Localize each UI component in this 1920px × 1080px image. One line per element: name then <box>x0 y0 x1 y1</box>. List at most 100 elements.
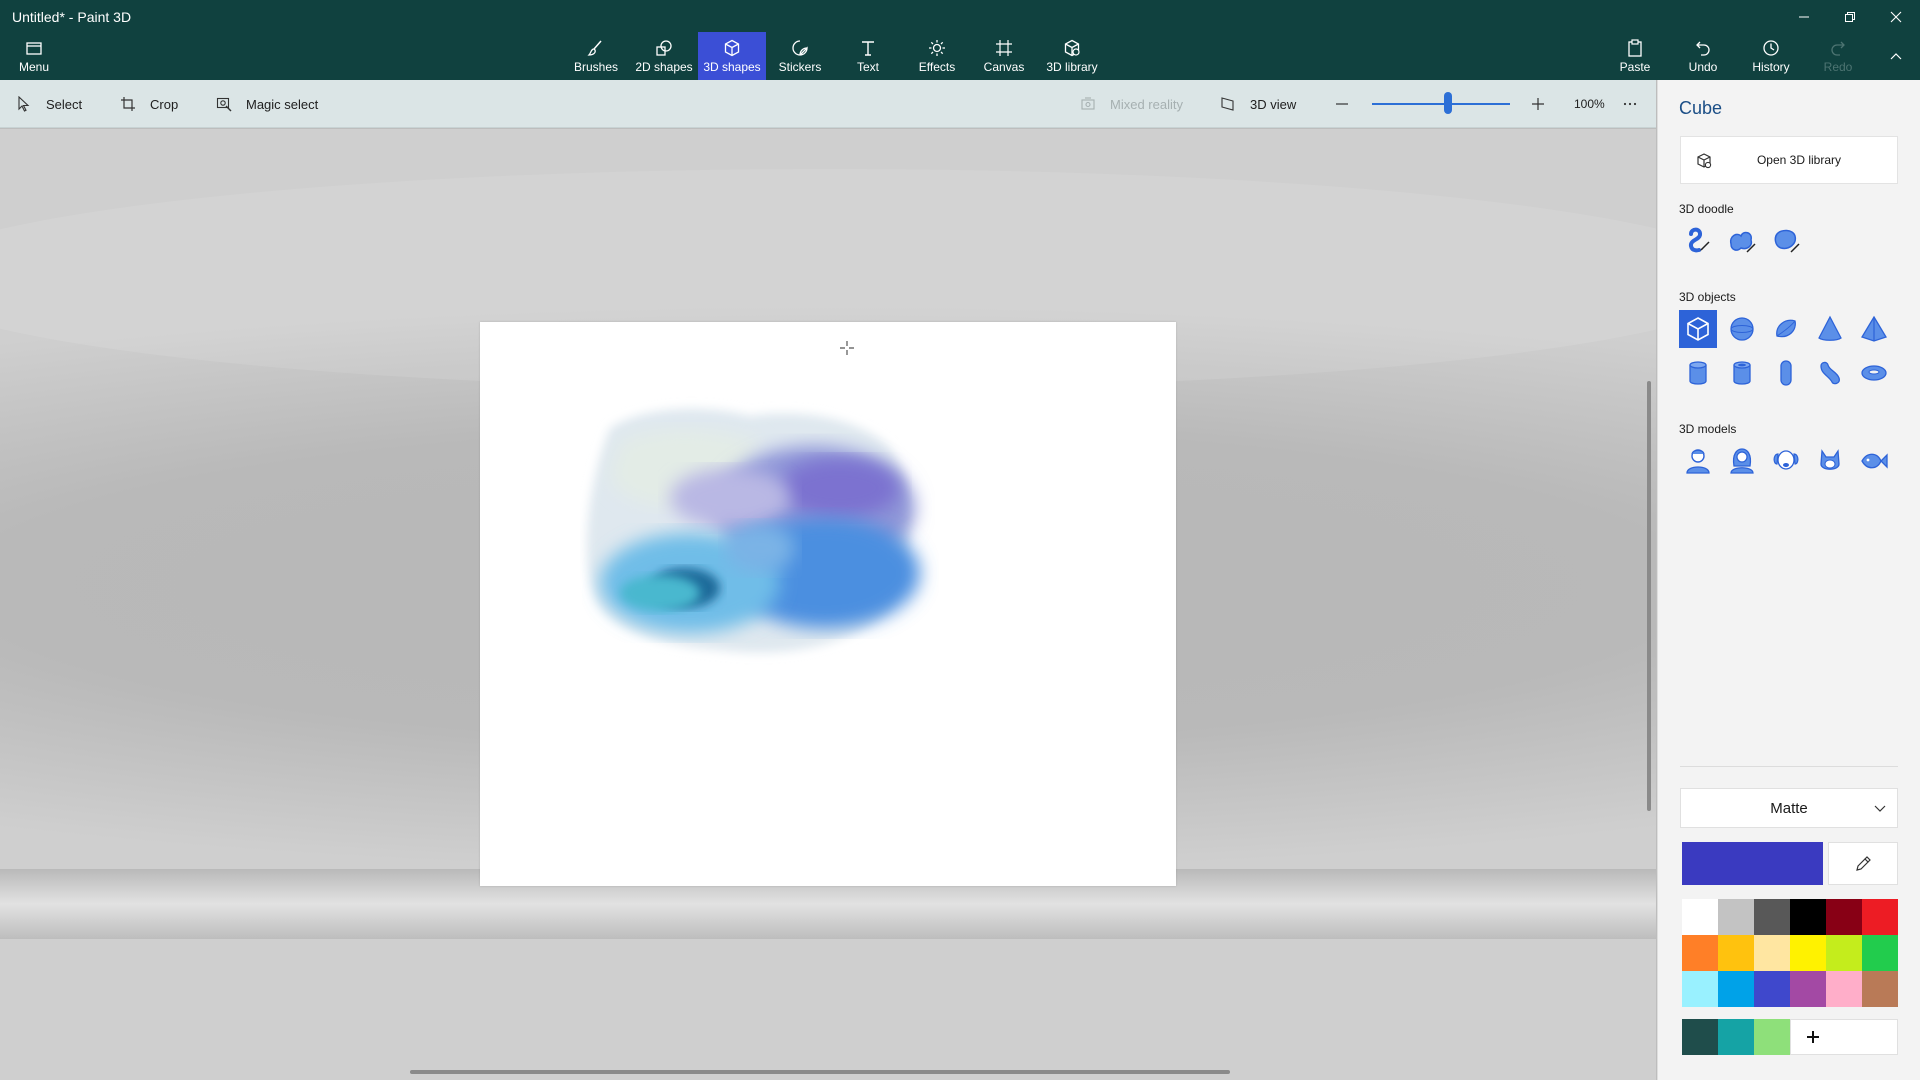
cat-model-button[interactable] <box>1811 442 1849 480</box>
brush-icon <box>587 40 602 56</box>
sphere-button[interactable] <box>1723 310 1761 348</box>
restore-icon <box>1845 12 1855 22</box>
close-icon <box>1890 11 1902 23</box>
tube-icon <box>1733 361 1751 385</box>
open-3d-library-button[interactable]: Open 3D library <box>1680 136 1898 184</box>
zoom-slider-track[interactable] <box>1372 103 1510 105</box>
current-color-swatch[interactable] <box>1682 842 1823 885</box>
color-swatch[interactable] <box>1826 971 1862 1007</box>
color-swatch[interactable] <box>1682 935 1718 971</box>
color-swatch[interactable] <box>1754 935 1790 971</box>
crop-label: Crop <box>150 96 179 112</box>
title-bar: Untitled* - Paint 3D Menu Brushes 2D sha… <box>0 0 1920 80</box>
material-dropdown[interactable]: Matte <box>1680 788 1898 828</box>
zoom-out-button[interactable] <box>1334 80 1350 128</box>
crop-tool[interactable]: Crop <box>120 80 178 128</box>
color-swatch[interactable] <box>1718 971 1754 1007</box>
color-swatch[interactable] <box>1682 899 1718 935</box>
zoom-in-button[interactable] <box>1530 80 1546 128</box>
color-swatch[interactable] <box>1862 899 1898 935</box>
color-swatch[interactable] <box>1790 971 1826 1007</box>
sphere-icon <box>1730 317 1754 341</box>
curved-cylinder-icon <box>1820 361 1840 385</box>
more-options-button[interactable] <box>1622 80 1638 128</box>
cylinder-button[interactable] <box>1679 354 1717 392</box>
3d-shapes-icon <box>724 39 740 57</box>
watercolor-image[interactable] <box>580 388 980 668</box>
tab-effects[interactable]: Effects <box>914 32 960 80</box>
select-tool[interactable]: Select <box>16 80 82 128</box>
tube-doodle-button[interactable] <box>1767 222 1805 260</box>
cone-button[interactable] <box>1811 310 1849 348</box>
fish-model-button[interactable] <box>1855 442 1893 480</box>
custom-color-swatch[interactable] <box>1682 1019 1718 1055</box>
tab-2d-shapes-label: 2D shapes <box>635 60 693 74</box>
canvas-workspace[interactable] <box>0 129 1656 1080</box>
eyedropper-button[interactable] <box>1828 842 1898 885</box>
minimize-button[interactable] <box>1781 4 1827 30</box>
eyedropper-icon <box>1856 855 1871 871</box>
color-swatch[interactable] <box>1718 935 1754 971</box>
color-swatch[interactable] <box>1754 971 1790 1007</box>
tube-button[interactable] <box>1723 354 1761 392</box>
color-swatch[interactable] <box>1682 971 1718 1007</box>
soft-edge-doodle-button[interactable] <box>1723 222 1761 260</box>
color-swatch[interactable] <box>1862 971 1898 1007</box>
undo-button[interactable]: Undo <box>1686 32 1720 80</box>
tab-canvas[interactable]: Canvas <box>982 32 1026 80</box>
tab-canvas-label: Canvas <box>983 60 1025 74</box>
3d-view-toggle[interactable]: 3D view <box>1220 80 1296 128</box>
color-swatch[interactable] <box>1754 899 1790 935</box>
dog-model-button[interactable] <box>1767 442 1805 480</box>
curved-cylinder-button[interactable] <box>1811 354 1849 392</box>
3d-models-title: 3D models <box>1679 422 1737 436</box>
paste-label: Paste <box>1619 60 1651 74</box>
redo-button[interactable]: Redo <box>1821 32 1855 80</box>
capsule-button[interactable] <box>1767 354 1805 392</box>
drawing-canvas[interactable] <box>480 322 1176 886</box>
tab-2d-shapes[interactable]: 2D shapes <box>634 32 694 80</box>
fish-model-icon <box>1861 453 1888 469</box>
sharp-edge-doodle-button[interactable] <box>1679 222 1717 260</box>
color-swatch[interactable] <box>1790 935 1826 971</box>
tab-3d-library[interactable]: 3D library <box>1044 32 1100 80</box>
tab-3d-shapes[interactable]: 3D shapes <box>698 32 766 80</box>
tab-text[interactable]: Text <box>848 32 888 80</box>
woman-model-button[interactable] <box>1723 442 1761 480</box>
custom-color-swatch[interactable] <box>1718 1019 1754 1055</box>
horizontal-scrollbar[interactable] <box>410 1070 1230 1074</box>
magic-select-label: Magic select <box>246 96 319 112</box>
man-model-button[interactable] <box>1679 442 1717 480</box>
menu-button[interactable]: Menu <box>14 32 54 80</box>
pyramid-button[interactable] <box>1855 310 1893 348</box>
cube-button[interactable] <box>1679 310 1717 348</box>
color-swatch[interactable] <box>1826 899 1862 935</box>
tab-brushes[interactable]: Brushes <box>570 32 622 80</box>
tab-stickers[interactable]: Stickers <box>774 32 826 80</box>
color-swatch[interactable] <box>1718 899 1754 935</box>
add-color-button[interactable] <box>1790 1019 1898 1055</box>
donut-button[interactable] <box>1855 354 1893 392</box>
paste-button[interactable]: Paste <box>1618 32 1652 80</box>
color-swatch[interactable] <box>1862 935 1898 971</box>
vertical-scrollbar[interactable] <box>1647 381 1651 811</box>
collapse-ribbon-button[interactable] <box>1873 44 1919 70</box>
color-swatch[interactable] <box>1790 899 1826 935</box>
stickers-icon <box>792 40 808 56</box>
mixed-reality-button[interactable]: Mixed reality <box>1080 80 1183 128</box>
restore-button[interactable] <box>1827 4 1873 30</box>
window-title: Untitled* - Paint 3D <box>12 9 132 25</box>
3d-view-icon <box>1221 97 1234 111</box>
hemisphere-button[interactable] <box>1767 310 1805 348</box>
magic-select-icon <box>216 97 232 112</box>
color-swatch[interactable] <box>1826 935 1862 971</box>
history-button[interactable]: History <box>1749 32 1793 80</box>
zoom-slider-thumb[interactable] <box>1443 92 1452 114</box>
redo-label: Redo <box>1823 60 1853 74</box>
custom-color-swatch[interactable] <box>1754 1019 1790 1055</box>
plus-icon <box>1532 98 1544 110</box>
cursor-arrow-icon <box>18 96 30 112</box>
magic-select-tool[interactable]: Magic select <box>216 80 318 128</box>
close-button[interactable] <box>1873 4 1919 30</box>
chevron-up-icon <box>1890 53 1902 60</box>
